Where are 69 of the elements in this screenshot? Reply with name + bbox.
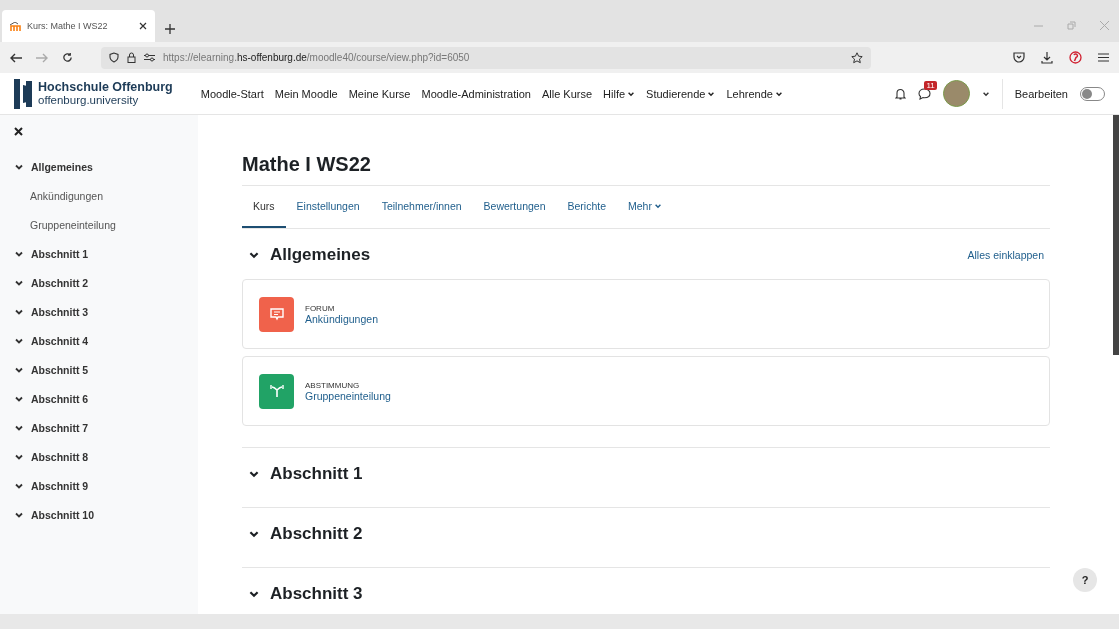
close-icon[interactable] <box>139 22 147 30</box>
sidebar-section-item[interactable]: Allgemeines <box>14 152 184 181</box>
university-logo-icon[interactable] <box>14 78 32 109</box>
edit-mode-toggle[interactable] <box>1080 86 1105 101</box>
section-title: Abschnitt 1 <box>270 464 363 484</box>
caret-icon <box>653 202 662 210</box>
course-tab[interactable]: Kurs <box>242 186 286 228</box>
sidebar-section-item[interactable]: Abschnitt 10 <box>14 500 184 529</box>
course-tab[interactable]: Teilnehmer/innen <box>370 186 473 228</box>
course-tab[interactable]: Bewertungen <box>472 186 557 228</box>
moodle-logo-icon <box>10 21 21 31</box>
course-tab[interactable]: Mehr <box>617 186 673 228</box>
course-title: Mathe I WS22 <box>242 141 1050 186</box>
user-avatar[interactable] <box>942 80 970 107</box>
menu-icon[interactable] <box>1098 53 1109 62</box>
sliders-icon[interactable] <box>144 53 155 62</box>
course-tab[interactable]: Berichte <box>556 186 618 228</box>
edit-mode-label: Bearbeiten <box>1014 87 1068 100</box>
plus-icon[interactable] <box>165 24 175 34</box>
activity-link[interactable]: Gruppeneinteilung <box>305 389 391 402</box>
shield-icon[interactable] <box>109 52 119 63</box>
sidebar-section-item[interactable]: Abschnitt 7 <box>14 413 184 442</box>
reload-icon[interactable] <box>62 52 73 63</box>
sidebar-section-item[interactable]: Abschnitt 9 <box>14 471 184 500</box>
message-count-badge: 11 <box>924 80 937 90</box>
download-icon[interactable] <box>1041 51 1053 64</box>
nav-link[interactable]: Alle Kurse <box>541 87 593 100</box>
sidebar-section-item[interactable]: Abschnitt 2 <box>14 268 184 297</box>
nav-link[interactable]: Hilfe <box>603 87 636 100</box>
close-icon[interactable] <box>14 127 23 136</box>
course-tab[interactable]: Einstellungen <box>285 186 371 228</box>
sidebar-activity-link[interactable]: Ankündigungen <box>14 181 184 210</box>
sidebar-section-item[interactable]: Abschnitt 5 <box>14 355 184 384</box>
lock-icon[interactable] <box>127 52 136 63</box>
nav-link[interactable]: Moodle-Administration <box>421 87 531 100</box>
sidebar-section-item[interactable]: Abschnitt 1 <box>14 239 184 268</box>
nav-link[interactable]: Studierende <box>646 87 716 100</box>
sidebar-section-item[interactable]: Abschnitt 6 <box>14 384 184 413</box>
browser-tab[interactable]: Kurs: Mathe I WS22 <box>2 10 155 42</box>
nav-link[interactable]: Moodle-Start <box>200 87 264 100</box>
extension-icon[interactable] <box>1069 51 1082 64</box>
star-icon[interactable] <box>851 51 863 64</box>
collapse-all-link[interactable]: Alles einklappen <box>967 249 1050 261</box>
chat-bubble-icon[interactable] <box>917 87 931 100</box>
nav-link[interactable]: Meine Kurse <box>348 87 411 100</box>
activity-type: FORUM <box>305 303 336 313</box>
signpost-icon <box>268 383 285 399</box>
sidebar-section-item[interactable]: Abschnitt 4 <box>14 326 184 355</box>
sidebar-section-item[interactable]: Abschnitt 8 <box>14 442 184 471</box>
url-text: https://elearning.hs-offenburg.de/moodle40/course/view.php?id=6050 <box>163 52 471 63</box>
sidebar-activity-link[interactable]: Gruppeneinteilung <box>14 210 184 239</box>
sidebar-section-item[interactable]: Abschnitt 3 <box>14 297 184 326</box>
activity-type: ABSTIMMUNG <box>305 380 361 390</box>
activity-link[interactable]: Ankündigungen <box>305 312 378 325</box>
section-title: Abschnitt 3 <box>270 584 363 604</box>
scrollbar-thumb[interactable] <box>1113 115 1119 355</box>
nav-link[interactable]: Lehrende <box>726 87 783 100</box>
speech-bubble-icon <box>268 306 285 322</box>
logo-subtitle: offenburg.university <box>38 94 140 107</box>
section-title: Allgemeines <box>270 245 371 265</box>
help-button[interactable]: ? <box>1073 568 1097 592</box>
nav-link[interactable]: Mein Moodle <box>274 87 338 100</box>
back-arrow-icon[interactable] <box>10 52 22 63</box>
bell-icon[interactable] <box>894 87 906 100</box>
logo-name: Hochschule Offenburg <box>38 80 173 95</box>
pocket-icon[interactable] <box>1013 52 1025 63</box>
tab-title: Kurs: Mathe I WS22 <box>27 21 109 31</box>
section-title: Abschnitt 2 <box>270 524 363 544</box>
address-bar[interactable]: https://elearning.hs-offenburg.de/moodle40/course/view.php?id=6050 <box>101 46 871 69</box>
